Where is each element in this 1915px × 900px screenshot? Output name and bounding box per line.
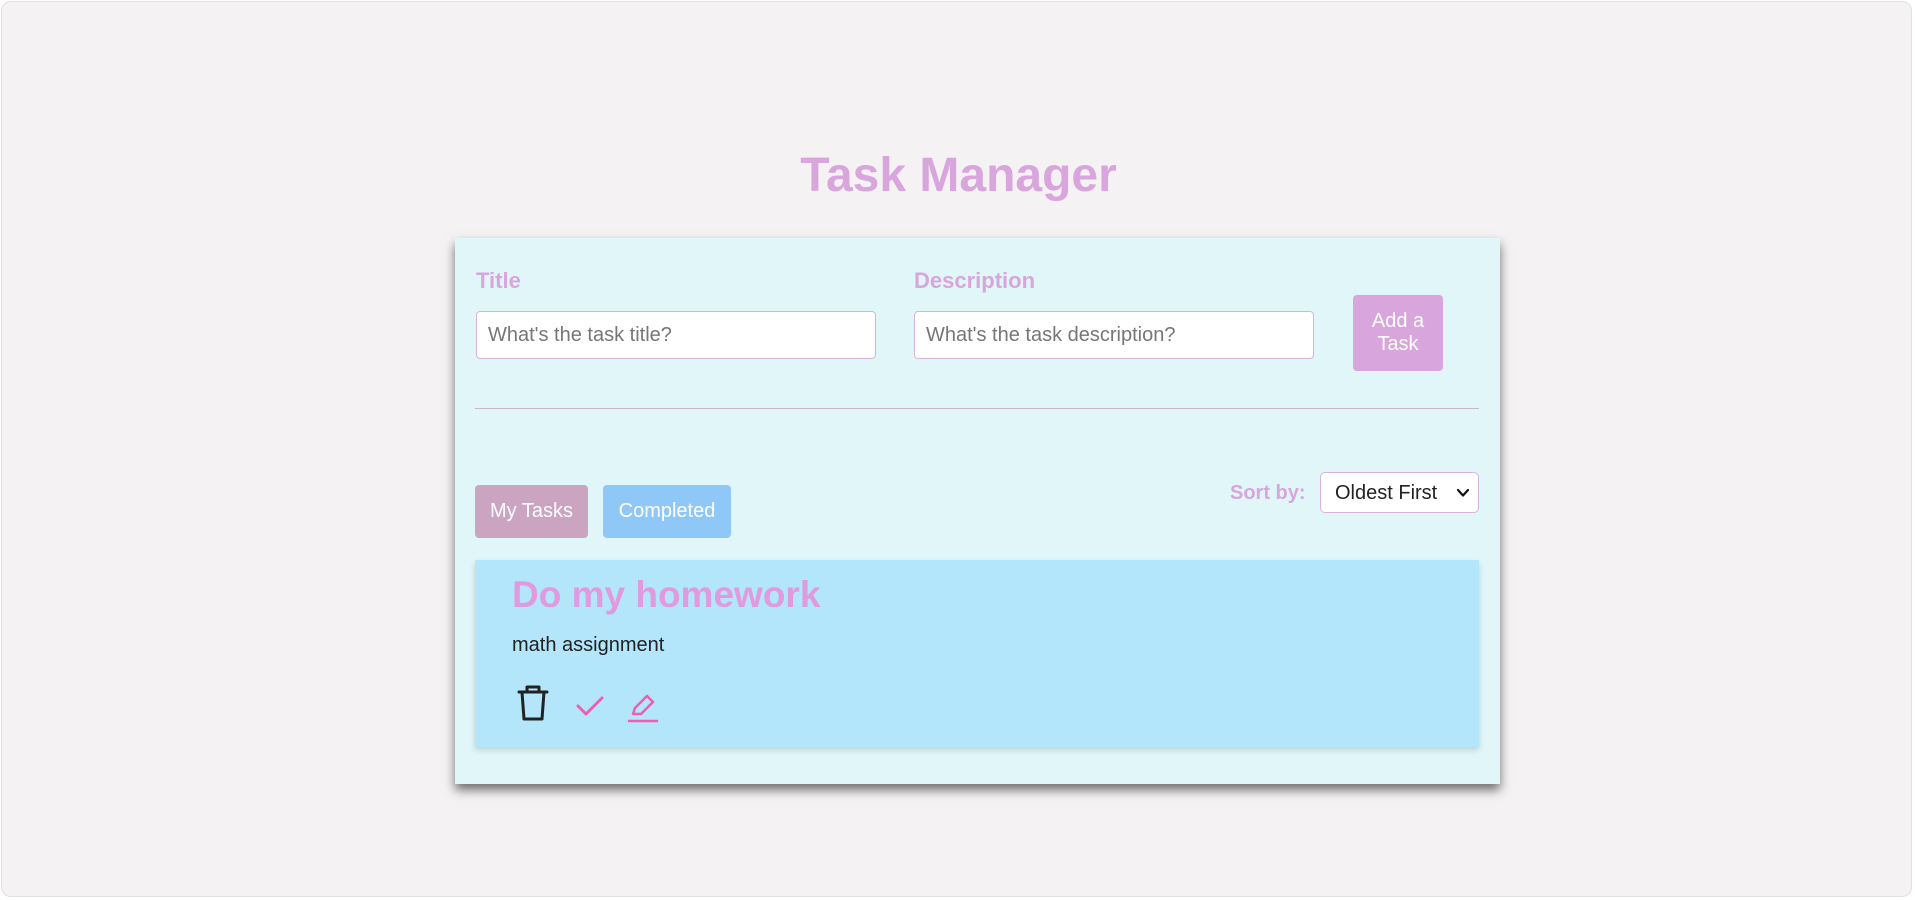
app-viewport: Task Manager Title Description Add a Tas… (1, 1, 1912, 897)
chevron-down-icon (1456, 488, 1470, 497)
add-task-button[interactable]: Add a Task (1353, 295, 1443, 371)
title-input[interactable] (476, 311, 876, 359)
trash-icon[interactable] (515, 683, 551, 723)
sort-label: Sort by: (1230, 482, 1306, 504)
description-label: Description (914, 268, 1036, 293)
tab-my-tasks[interactable]: My Tasks (475, 485, 588, 538)
task-panel: Title Description Add a Task My Tasks Co… (455, 238, 1500, 784)
task-title: Do my homework (512, 574, 821, 615)
sort-select[interactable]: Oldest First (1320, 472, 1479, 513)
edit-icon[interactable] (627, 692, 659, 724)
check-icon[interactable]: > (575, 694, 605, 718)
divider (475, 408, 1479, 409)
sort-selected-value: Oldest First (1335, 482, 1438, 504)
task-description: math assignment (512, 634, 665, 656)
title-label: Title (476, 268, 521, 293)
page-title: Task Manager (800, 149, 1117, 202)
tab-completed[interactable]: Completed (603, 485, 731, 538)
task-card: Do my homework math assignment > (475, 560, 1479, 747)
description-input[interactable] (914, 311, 1314, 359)
